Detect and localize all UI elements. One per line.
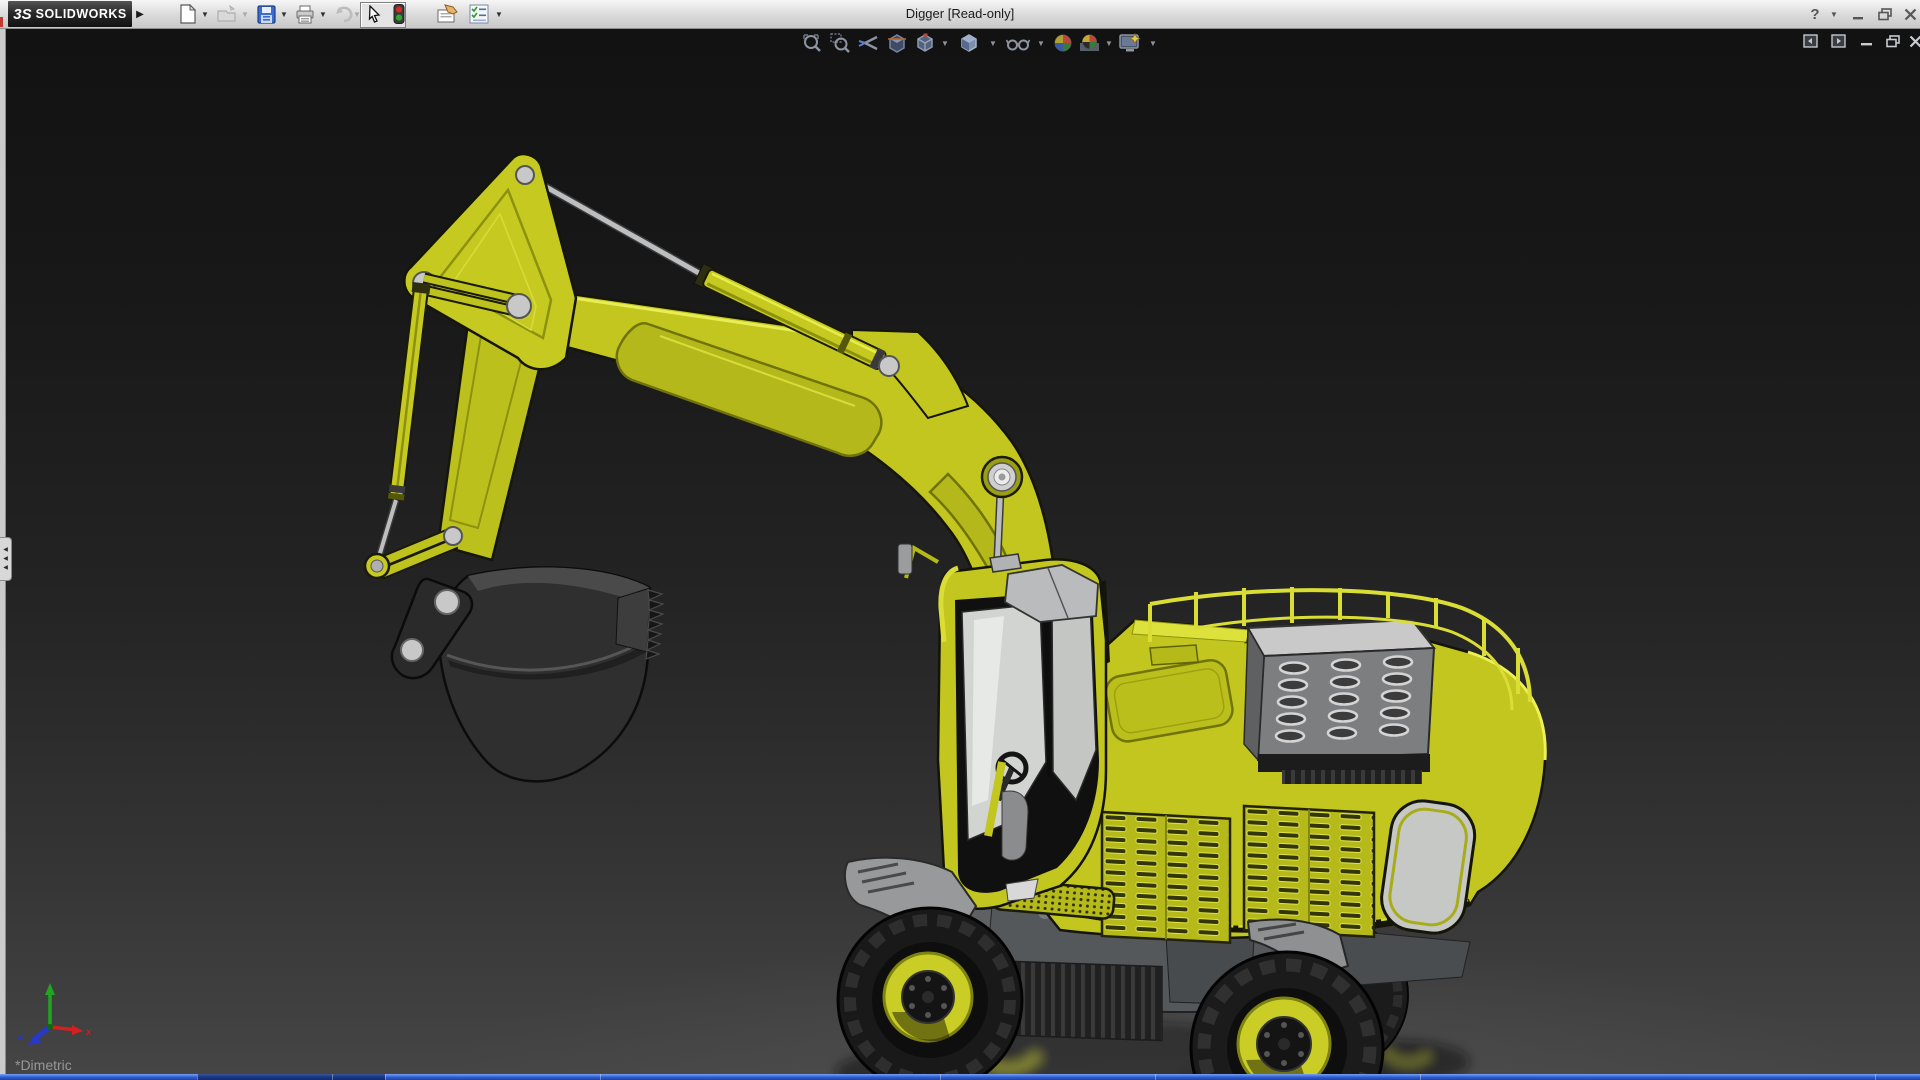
boom-elbow-pin[interactable] [980, 455, 1024, 499]
engine-vent-mesh [1282, 770, 1422, 784]
help-icon: ? [1810, 5, 1820, 23]
roof-beacon [989, 553, 1022, 573]
appearance-sphere-icon [1054, 34, 1072, 52]
view-settings-dropdown[interactable]: ▼ [1149, 39, 1157, 48]
view-settings-icon [1119, 33, 1141, 52]
collapse-arrow-icon: ◀ [3, 565, 8, 571]
bucket-hydraulic-cylinder[interactable] [374, 281, 431, 562]
zoom-to-area-icon [829, 32, 850, 53]
collapse-arrow-icon: ◀ [3, 547, 8, 553]
doc-restore-icon [1885, 34, 1900, 47]
apply-scene-icon [1079, 34, 1099, 51]
app-minimize-button[interactable] [1848, 4, 1868, 24]
doc-restore-button[interactable] [1882, 32, 1904, 50]
display-style-cube-icon [961, 34, 977, 52]
edit-appearance-button[interactable] [1051, 31, 1075, 55]
eyeglasses-icon [1006, 39, 1030, 51]
view-orientation-button[interactable] [913, 31, 937, 55]
triad-z-label: z [17, 1030, 24, 1042]
engine-block[interactable] [1243, 618, 1436, 784]
pane-right-icon [1830, 34, 1846, 48]
document-title: Digger [Read-only] [905, 6, 1015, 21]
seat [1001, 790, 1029, 861]
excavator-model[interactable] [5, 29, 1920, 1074]
display-style-button[interactable] [957, 31, 981, 55]
zoom-to-fit-button[interactable] [800, 31, 824, 55]
view-settings-button[interactable] [1117, 31, 1143, 55]
previous-view-button[interactable] [856, 31, 880, 55]
reference-triad: x z [17, 983, 92, 1045]
app-close-button[interactable] [1900, 4, 1920, 24]
minimize-icon [1852, 16, 1863, 19]
titlebar[interactable]: 3S SOLIDWORKS ▶ ▼ ▼ ▼ ▼ ▼ ▼ Digger [Read… [0, 0, 1920, 29]
help-button[interactable]: ? [1806, 4, 1824, 24]
section-view-icon [888, 33, 906, 53]
solidworks-window: { "window": { "brand": "SOLIDWORKS", "br… [0, 0, 1920, 1080]
stick-joint-pin[interactable] [506, 293, 532, 319]
previous-view-icon [858, 35, 878, 51]
view-orientation-dropdown[interactable]: ▼ [941, 39, 949, 48]
doc-minimize-icon [1860, 43, 1872, 46]
close-icon [1904, 8, 1916, 20]
cab[interactable] [897, 543, 1110, 910]
pane-left-icon [1802, 34, 1818, 48]
apply-scene-button[interactable] [1077, 31, 1101, 55]
graphics-viewport[interactable]: ▼ ▼ ▼ ▼ ▼ x z *Dimetric [5, 29, 1920, 1074]
doc-close-icon [1909, 35, 1920, 47]
front-left-wheel[interactable] [836, 906, 1024, 1074]
cylinder-end-pin[interactable] [878, 355, 900, 377]
collapse-left-pane-button[interactable] [1800, 32, 1820, 50]
collapse-right-pane-button[interactable] [1828, 32, 1848, 50]
doc-close-button[interactable] [1906, 32, 1920, 50]
hide-show-items-button[interactable] [1005, 31, 1031, 55]
hide-show-items-dropdown[interactable]: ▼ [1037, 39, 1045, 48]
wing-mirror [897, 543, 913, 575]
apply-scene-dropdown[interactable]: ▼ [1105, 39, 1113, 48]
triad-x-label: x [85, 1026, 92, 1038]
help-dropdown[interactable]: ▼ [1828, 4, 1840, 24]
restore-icon [1877, 7, 1892, 20]
bucket[interactable] [390, 566, 665, 783]
display-style-dropdown[interactable]: ▼ [989, 39, 997, 48]
apex-pin [515, 165, 535, 185]
taskbar-sliver[interactable] [0, 1074, 1920, 1080]
doc-minimize-button[interactable] [1856, 32, 1876, 50]
zoom-to-fit-icon [802, 33, 821, 52]
bucket-teeth [645, 589, 665, 660]
app-restore-button[interactable] [1874, 4, 1896, 24]
collapse-arrow-icon: ◀ [3, 556, 8, 562]
zoom-to-area-button[interactable] [828, 31, 852, 55]
view-orientation-cube-icon [917, 33, 933, 52]
taskbar-segment [197, 1074, 385, 1080]
collapsed-featuremanager-tab[interactable]: ◀ ◀ ◀ [0, 537, 12, 581]
section-view-button[interactable] [885, 31, 909, 55]
view-orientation-label: *Dimetric [15, 1057, 72, 1073]
